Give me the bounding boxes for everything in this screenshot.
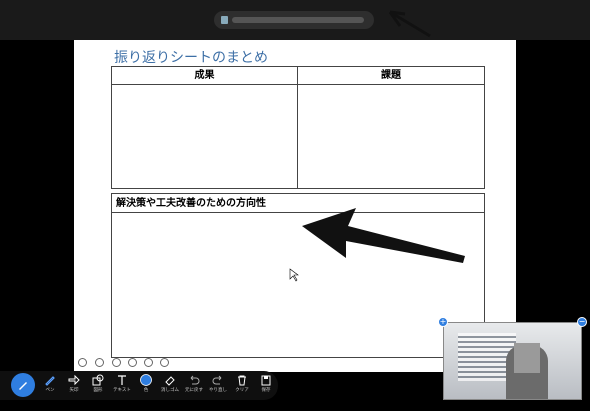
text-tool[interactable]: テキスト xyxy=(110,373,134,399)
eraser-icon xyxy=(165,376,175,386)
arrow-icon xyxy=(68,374,80,386)
pen-tool[interactable]: ペン xyxy=(38,373,62,399)
annotation-toolbar: ペン 矢印 図形 テキスト 色 消しゴム 元に戻す やり直し クリア 保存 xyxy=(0,371,278,400)
slide-title: 振り返りシートのまとめ xyxy=(114,50,268,66)
window-top-bar xyxy=(0,0,590,40)
undo-icon xyxy=(190,375,200,385)
redo-icon xyxy=(212,375,222,385)
color-tool[interactable]: 色 xyxy=(134,373,158,399)
pencil-icon xyxy=(19,382,27,390)
header-issues: 課題 xyxy=(298,67,484,85)
resize-handle-right-icon[interactable]: − xyxy=(577,317,587,327)
redo-tool[interactable]: やり直し xyxy=(206,373,230,399)
arrow-tool[interactable]: 矢印 xyxy=(62,373,86,399)
save-icon xyxy=(261,375,271,386)
pen-icon xyxy=(45,376,55,386)
camera-preview[interactable] xyxy=(443,322,582,400)
window-title-pill[interactable] xyxy=(214,11,374,29)
slide-ctrl-icon[interactable] xyxy=(95,358,104,367)
undo-tool[interactable]: 元に戻す xyxy=(182,373,206,399)
text-icon xyxy=(118,375,126,385)
header-results: 成果 xyxy=(112,67,298,85)
header-direction: 解決策や工夫改善のための方向性 xyxy=(112,194,484,213)
trash-icon xyxy=(238,375,246,386)
blurred-title xyxy=(232,16,364,23)
slide-ctrl-icon[interactable] xyxy=(112,358,121,367)
results-issues-table: 成果 課題 xyxy=(111,66,485,189)
shapes-tool[interactable]: 図形 xyxy=(86,373,110,399)
blurred-face xyxy=(514,343,540,373)
app-icon xyxy=(221,16,228,24)
resize-handle-left-icon[interactable]: + xyxy=(438,317,448,327)
eraser-tool[interactable]: 消しゴム xyxy=(158,373,182,399)
slide-ctrl-icon[interactable] xyxy=(144,358,153,367)
save-tool[interactable]: 保存 xyxy=(254,373,278,399)
shapes-icon xyxy=(92,374,104,386)
slide-ctrl-icon[interactable] xyxy=(160,358,169,367)
slide-ctrl-icon[interactable] xyxy=(78,358,87,367)
direction-table: 解決策や工夫改善のための方向性 xyxy=(111,193,485,358)
results-cell xyxy=(112,85,298,188)
slide-ctrl-icon[interactable] xyxy=(128,358,137,367)
active-pen-button[interactable] xyxy=(11,373,35,397)
color-icon xyxy=(140,374,152,386)
clear-tool[interactable]: クリア xyxy=(230,373,254,399)
